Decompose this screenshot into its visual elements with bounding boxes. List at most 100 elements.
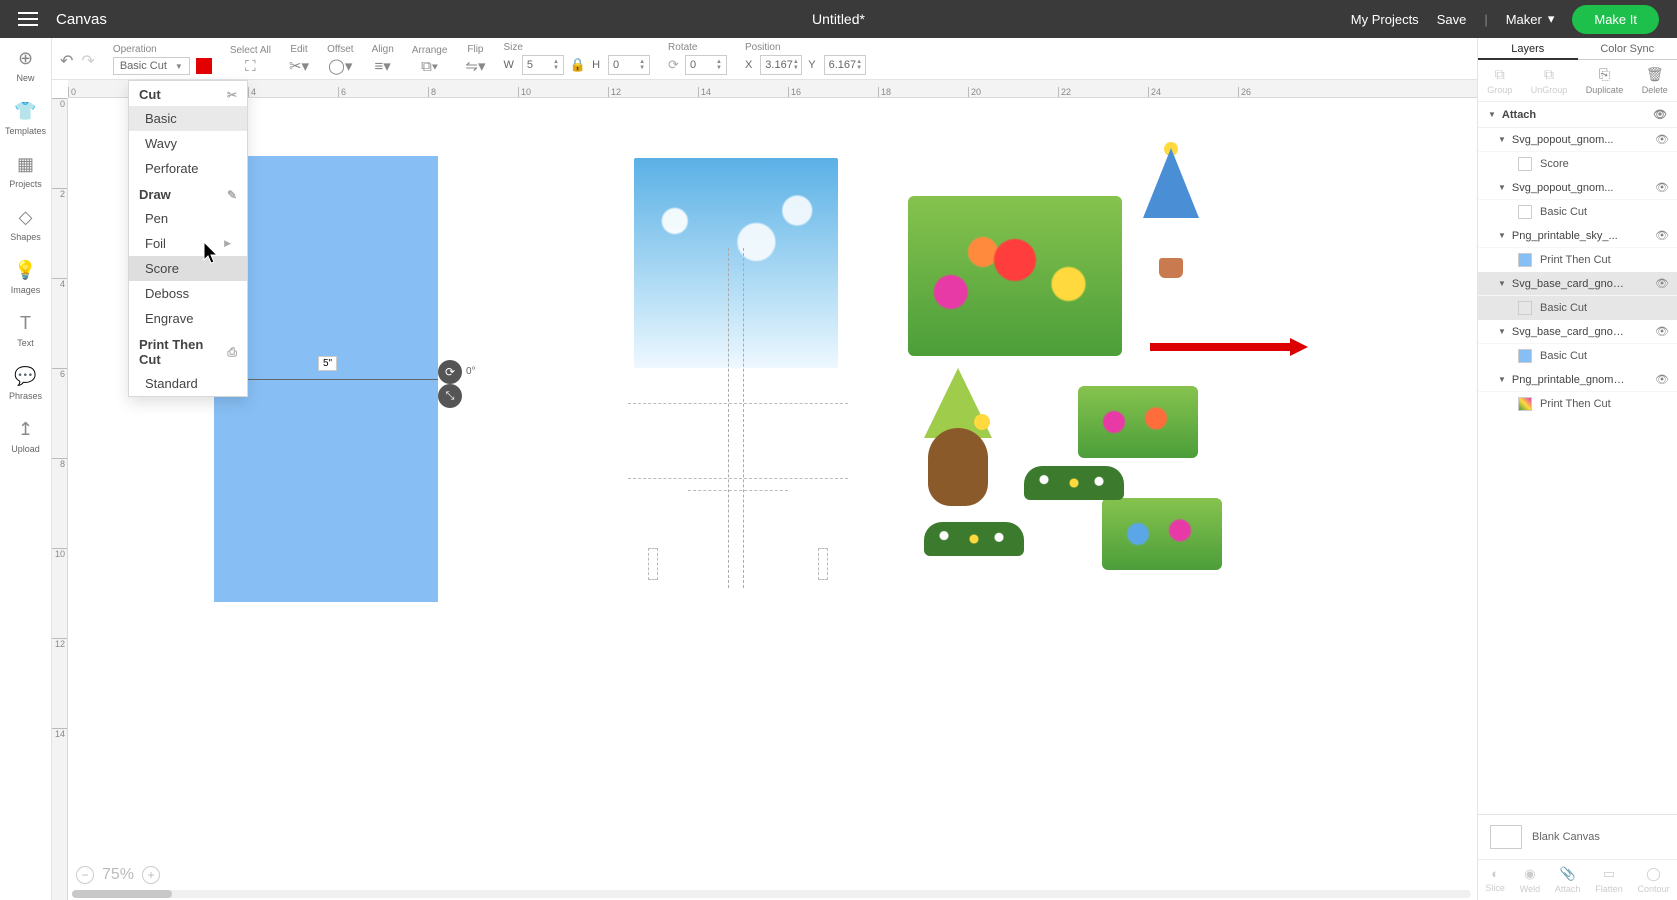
layer-item[interactable]: ▼Png_printable_sky_...👁 — [1478, 224, 1677, 248]
canvas-wrap: 0 2 4 6 8 10 12 14 16 18 20 22 24 26 0 2… — [52, 80, 1477, 900]
edit-button[interactable]: Edit✂︎▾ — [289, 44, 309, 75]
layer-sub[interactable]: Print Then Cut — [1478, 392, 1677, 416]
y-input[interactable]: 6.167▲▼ — [824, 55, 866, 75]
op-menu-perforate[interactable]: Perforate — [129, 156, 247, 181]
lock-icon[interactable]: 🔒 — [570, 57, 586, 73]
weld-button[interactable]: ◉Weld — [1520, 866, 1540, 894]
layer-sub[interactable]: Basic Cut — [1478, 344, 1677, 368]
op-menu-foil[interactable]: Foil▶ — [129, 231, 247, 256]
duplicate-label: Duplicate — [1586, 85, 1624, 95]
canvas-object-bush-2[interactable] — [924, 522, 1024, 556]
visibility-icon[interactable]: 👁 — [1653, 108, 1667, 121]
delete-button[interactable]: 🗑Delete — [1642, 66, 1668, 95]
scrollbar-thumb[interactable] — [72, 890, 172, 898]
contour-button[interactable]: ◯Contour — [1638, 866, 1670, 894]
width-input[interactable]: 5▲▼ — [522, 55, 564, 75]
layer-item[interactable]: ▼Svg_popout_gnom...👁 — [1478, 176, 1677, 200]
op-menu-basic[interactable]: Basic — [129, 106, 247, 131]
make-it-button[interactable]: Make It — [1572, 5, 1659, 34]
select-all-button[interactable]: Select All⛶ — [230, 45, 271, 75]
duplicate-button[interactable]: ⎘Duplicate — [1586, 66, 1624, 95]
op-menu-pen[interactable]: Pen — [129, 206, 247, 231]
canvas-object-flowers-large[interactable] — [908, 196, 1122, 356]
op-menu-wavy[interactable]: Wavy — [129, 131, 247, 156]
arrange-button[interactable]: Arrange⧉▾ — [412, 45, 448, 75]
chevron-down-icon: ▼ — [175, 62, 183, 71]
sidebar-item-phrases[interactable]: 💬Phrases — [9, 366, 42, 401]
sidebar-item-text[interactable]: TText — [17, 313, 34, 348]
attach-button[interactable]: 📎Attach — [1555, 866, 1581, 894]
redo-button[interactable]: ↷ — [81, 51, 94, 71]
sidebar-item-upload[interactable]: ↥Upload — [11, 419, 40, 454]
canvas-object-foldlines[interactable] — [628, 248, 848, 588]
sidebar-item-projects[interactable]: ▦Projects — [9, 154, 42, 189]
zoom-in-button[interactable]: + — [142, 866, 160, 884]
rotate-label: Rotate — [668, 42, 727, 53]
visibility-icon[interactable]: 👁 — [1655, 133, 1669, 146]
layer-sub[interactable]: Print Then Cut — [1478, 248, 1677, 272]
machine-selector[interactable]: Maker ▾ — [1506, 11, 1555, 27]
flip-button[interactable]: Flip⇋▾ — [465, 44, 485, 75]
visibility-icon[interactable]: 👁 — [1655, 325, 1669, 338]
x-input[interactable]: 3.167▲▼ — [760, 55, 802, 75]
rotate-input[interactable]: 0▲▼ — [685, 55, 727, 75]
rotate-handle[interactable]: ⟳ — [438, 360, 462, 384]
layer-item[interactable]: ▼Svg_popout_gnom...👁 — [1478, 128, 1677, 152]
y-label: Y — [808, 59, 815, 71]
tab-color-sync[interactable]: Color Sync — [1578, 38, 1677, 60]
menu-icon[interactable] — [18, 12, 38, 26]
my-projects-link[interactable]: My Projects — [1351, 12, 1419, 27]
panel-tools: ⧉Group ⧉UnGroup ⎘Duplicate 🗑Delete — [1478, 60, 1677, 102]
op-menu-score[interactable]: Score — [129, 256, 247, 281]
zoom-out-button[interactable]: − — [76, 866, 94, 884]
canvas-object-flowers-small-1[interactable] — [1078, 386, 1198, 458]
canvas-object-flowers-small-2[interactable] — [1102, 498, 1222, 570]
undo-button[interactable]: ↶ — [60, 51, 73, 71]
ungroup-button[interactable]: ⧉UnGroup — [1531, 66, 1568, 95]
sidebar-item-new[interactable]: ⊕New — [16, 48, 34, 83]
height-input[interactable]: 0▲▼ — [608, 55, 650, 75]
op-menu-engrave[interactable]: Engrave — [129, 306, 247, 331]
ruler-tick: 22 — [1058, 87, 1148, 97]
resize-handle[interactable]: ⤡ — [438, 384, 462, 408]
group-label: Group — [1487, 85, 1512, 95]
annotation-arrow — [1150, 338, 1308, 356]
visibility-icon[interactable]: 👁 — [1655, 181, 1669, 194]
layer-item[interactable]: ▼Png_printable_gnome...👁 — [1478, 368, 1677, 392]
ruler-tick: 10 — [52, 548, 67, 638]
canvas-object-gnome-green[interactable] — [908, 368, 1008, 518]
visibility-icon[interactable]: 👁 — [1655, 277, 1669, 290]
layer-item[interactable]: ▼Svg_base_card_gnom...👁 — [1478, 320, 1677, 344]
layer-sub-selected[interactable]: Basic Cut — [1478, 296, 1677, 320]
flatten-button[interactable]: ▭Flatten — [1595, 866, 1623, 894]
layer-sub[interactable]: Score — [1478, 152, 1677, 176]
canvas-object-gnome-blue[interactable] — [1132, 148, 1210, 288]
op-menu-deboss[interactable]: Deboss — [129, 281, 247, 306]
size-group: Size W 5▲▼ 🔒 H 0▲▼ — [504, 42, 651, 75]
sidebar-item-images[interactable]: 💡Images — [11, 260, 41, 295]
sidebar-item-templates[interactable]: 👕Templates — [5, 101, 46, 136]
save-button[interactable]: Save — [1437, 12, 1467, 27]
color-swatch[interactable] — [196, 58, 212, 74]
canvas-area[interactable]: ✕ ⟳ ⤡ 5" 0° — [68, 98, 1477, 900]
group-button[interactable]: ⧉Group — [1487, 66, 1512, 95]
blank-canvas-row[interactable]: Blank Canvas — [1478, 814, 1677, 859]
visibility-icon[interactable]: 👁 — [1655, 229, 1669, 242]
horizontal-scrollbar[interactable] — [72, 890, 1471, 898]
layer-group-attach[interactable]: ▼ Attach 👁 — [1478, 102, 1677, 128]
sidebar-item-shapes[interactable]: ◇Shapes — [10, 207, 41, 242]
layer-sub[interactable]: Basic Cut — [1478, 200, 1677, 224]
operation-select[interactable]: Basic Cut ▼ — [113, 57, 190, 75]
layer-op: Basic Cut — [1540, 350, 1587, 362]
layer-item-selected[interactable]: ▼Svg_base_card_gnom...👁 — [1478, 272, 1677, 296]
images-icon: 💡 — [14, 260, 36, 281]
tab-layers[interactable]: Layers — [1478, 38, 1578, 60]
op-menu-standard[interactable]: Standard — [129, 371, 247, 396]
layer-op: Print Then Cut — [1540, 398, 1611, 410]
align-button[interactable]: Align≡▾ — [372, 44, 394, 75]
visibility-icon[interactable]: 👁 — [1655, 373, 1669, 386]
layer-op: Print Then Cut — [1540, 254, 1611, 266]
ungroup-icon: ⧉ — [1544, 66, 1554, 83]
canvas-object-bush-1[interactable] — [1024, 466, 1124, 500]
slice-button[interactable]: ◐Slice — [1485, 866, 1505, 894]
